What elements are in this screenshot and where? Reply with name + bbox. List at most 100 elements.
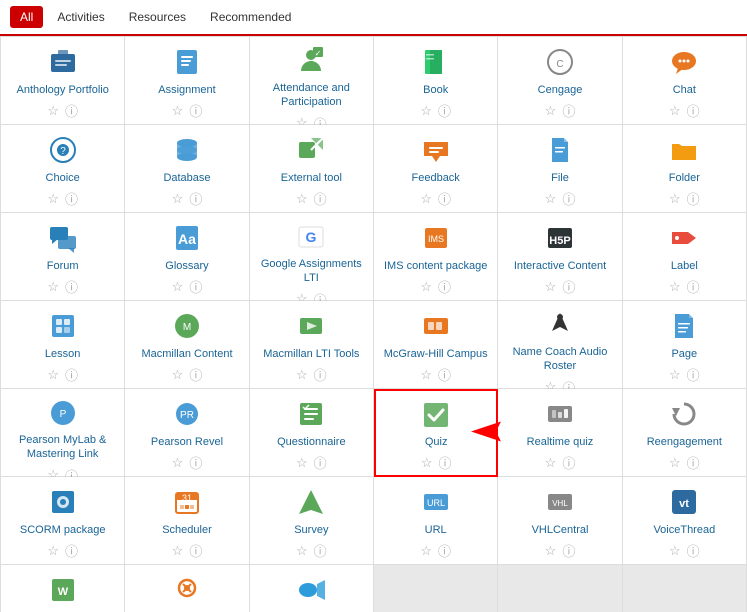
forum-info[interactable]: ⓘ: [65, 277, 78, 296]
external-tool-star[interactable]: ☆: [296, 191, 308, 207]
external-tool-info[interactable]: ⓘ: [314, 189, 327, 208]
grid-item-mcgraw-hill[interactable]: McGraw-Hill Campus ☆ ⓘ: [374, 301, 498, 389]
book-star[interactable]: ☆: [420, 103, 432, 119]
choice-info[interactable]: ⓘ: [65, 189, 78, 208]
grid-item-reengagement[interactable]: Reengagement ☆ ⓘ: [623, 389, 747, 477]
file-star[interactable]: ☆: [545, 191, 557, 207]
interactive-content-info[interactable]: ⓘ: [562, 277, 575, 296]
grid-item-glossary[interactable]: Aa Glossary ☆ ⓘ: [125, 213, 249, 301]
voicethread-star[interactable]: ☆: [669, 543, 681, 559]
questionnaire-star[interactable]: ☆: [296, 455, 308, 471]
reengagement-star[interactable]: ☆: [669, 455, 681, 471]
grid-item-interactive-content[interactable]: H5P Interactive Content ☆ ⓘ: [498, 213, 622, 301]
survey-star[interactable]: ☆: [296, 543, 308, 559]
ims-content-star[interactable]: ☆: [420, 279, 432, 295]
grid-item-page[interactable]: Page ☆ ⓘ: [623, 301, 747, 389]
grid-item-database[interactable]: Database ☆ ⓘ: [125, 125, 249, 213]
chat-info[interactable]: ⓘ: [687, 101, 700, 120]
label-star[interactable]: ☆: [669, 279, 681, 295]
choice-star[interactable]: ☆: [47, 191, 59, 207]
assignment-star[interactable]: ☆: [172, 103, 184, 119]
pearson-revel-star[interactable]: ☆: [172, 455, 184, 471]
grid-item-label[interactable]: Label ☆ ⓘ: [623, 213, 747, 301]
grid-item-pearson-revel[interactable]: PR Pearson Revel ☆ ⓘ: [125, 389, 249, 477]
grid-item-attendance[interactable]: ✓ Attendance and Participation ☆ ⓘ: [250, 37, 374, 125]
grid-item-book[interactable]: Book ☆ ⓘ: [374, 37, 498, 125]
url-info[interactable]: ⓘ: [438, 541, 451, 560]
scorm-info[interactable]: ⓘ: [65, 541, 78, 560]
grid-item-macmillan-content[interactable]: M Macmillan Content ☆ ⓘ: [125, 301, 249, 389]
glossary-info[interactable]: ⓘ: [189, 277, 202, 296]
grid-item-cengage[interactable]: C Cengage ☆ ⓘ: [498, 37, 622, 125]
folder-info[interactable]: ⓘ: [687, 189, 700, 208]
database-info[interactable]: ⓘ: [189, 189, 202, 208]
scheduler-info[interactable]: ⓘ: [189, 541, 202, 560]
grid-item-scheduler[interactable]: 31 Scheduler ☆ ⓘ: [125, 477, 249, 565]
grid-item-assignment[interactable]: Assignment ☆ ⓘ: [125, 37, 249, 125]
vhlcentral-info[interactable]: ⓘ: [562, 541, 575, 560]
database-star[interactable]: ☆: [172, 191, 184, 207]
assignment-info[interactable]: ⓘ: [189, 101, 202, 120]
quiz-info[interactable]: ⓘ: [438, 453, 451, 472]
grid-item-lesson[interactable]: Lesson ☆ ⓘ: [1, 301, 125, 389]
cengage-star[interactable]: ☆: [545, 103, 557, 119]
reengagement-info[interactable]: ⓘ: [687, 453, 700, 472]
realtime-quiz-info[interactable]: ⓘ: [562, 453, 575, 472]
grid-item-wiki[interactable]: W Wiki ☆ ⓘ: [1, 565, 125, 612]
scorm-star[interactable]: ☆: [47, 543, 59, 559]
grid-item-vhlcentral[interactable]: VHL VHLCentral ☆ ⓘ: [498, 477, 622, 565]
grid-item-choice[interactable]: ? Choice ☆ ⓘ: [1, 125, 125, 213]
nav-recommended[interactable]: Recommended: [200, 6, 301, 28]
nav-all[interactable]: All: [10, 6, 43, 28]
macmillan-content-star[interactable]: ☆: [172, 367, 184, 383]
questionnaire-info[interactable]: ⓘ: [314, 453, 327, 472]
grid-item-ims-content[interactable]: IMS IMS content package ☆ ⓘ: [374, 213, 498, 301]
grid-item-google-assignments[interactable]: G Google Assignments LTI ☆ ⓘ: [250, 213, 374, 301]
book-info[interactable]: ⓘ: [438, 101, 451, 120]
grid-item-scorm[interactable]: SCORM package ☆ ⓘ: [1, 477, 125, 565]
mcgraw-hill-star[interactable]: ☆: [420, 367, 432, 383]
lesson-star[interactable]: ☆: [47, 367, 59, 383]
pearson-revel-info[interactable]: ⓘ: [189, 453, 202, 472]
vhlcentral-star[interactable]: ☆: [545, 543, 557, 559]
mcgraw-hill-info[interactable]: ⓘ: [438, 365, 451, 384]
survey-info[interactable]: ⓘ: [314, 541, 327, 560]
grid-item-questionnaire[interactable]: Questionnaire ☆ ⓘ: [250, 389, 374, 477]
anthology-portfolio-info[interactable]: ⓘ: [65, 101, 78, 120]
forum-star[interactable]: ☆: [47, 279, 59, 295]
anthology-portfolio-star[interactable]: ☆: [47, 103, 59, 119]
lesson-info[interactable]: ⓘ: [65, 365, 78, 384]
grid-item-pearson-mylab[interactable]: P Pearson MyLab & Mastering Link ☆ ⓘ: [1, 389, 125, 477]
grid-item-folder[interactable]: Folder ☆ ⓘ: [623, 125, 747, 213]
grid-item-macmillan-lti[interactable]: Macmillan LTI Tools ☆ ⓘ: [250, 301, 374, 389]
cengage-info[interactable]: ⓘ: [562, 101, 575, 120]
macmillan-content-info[interactable]: ⓘ: [189, 365, 202, 384]
realtime-quiz-star[interactable]: ☆: [545, 455, 557, 471]
page-info[interactable]: ⓘ: [687, 365, 700, 384]
page-star[interactable]: ☆: [669, 367, 681, 383]
nav-activities[interactable]: Activities: [47, 6, 114, 28]
grid-item-realtime-quiz[interactable]: Realtime quiz ☆ ⓘ: [498, 389, 622, 477]
grid-item-feedback[interactable]: Feedback ☆ ⓘ: [374, 125, 498, 213]
grid-item-file[interactable]: File ☆ ⓘ: [498, 125, 622, 213]
grid-item-forum[interactable]: Forum ☆ ⓘ: [1, 213, 125, 301]
grid-item-quiz[interactable]: Quiz ☆ ⓘ: [374, 389, 498, 477]
grid-item-name-coach[interactable]: Name Coach Audio Roster ☆ ⓘ: [498, 301, 622, 389]
grid-item-external-tool[interactable]: External tool ☆ ⓘ: [250, 125, 374, 213]
grid-item-workshop[interactable]: Workshop ☆ ⓘ: [125, 565, 249, 612]
macmillan-lti-star[interactable]: ☆: [296, 367, 308, 383]
grid-item-zoom[interactable]: Zoom meeting ☆ ⓘ: [250, 565, 374, 612]
chat-star[interactable]: ☆: [669, 103, 681, 119]
ims-content-info[interactable]: ⓘ: [438, 277, 451, 296]
voicethread-info[interactable]: ⓘ: [687, 541, 700, 560]
grid-item-voicethread[interactable]: vt VoiceThread ☆ ⓘ: [623, 477, 747, 565]
grid-item-survey[interactable]: Survey ☆ ⓘ: [250, 477, 374, 565]
grid-item-anthology-portfolio[interactable]: Anthology Portfolio ☆ ⓘ: [1, 37, 125, 125]
label-info[interactable]: ⓘ: [687, 277, 700, 296]
scheduler-star[interactable]: ☆: [172, 543, 184, 559]
folder-star[interactable]: ☆: [669, 191, 681, 207]
grid-item-url[interactable]: URL URL ☆ ⓘ: [374, 477, 498, 565]
feedback-star[interactable]: ☆: [420, 191, 432, 207]
url-star[interactable]: ☆: [420, 543, 432, 559]
macmillan-lti-info[interactable]: ⓘ: [314, 365, 327, 384]
